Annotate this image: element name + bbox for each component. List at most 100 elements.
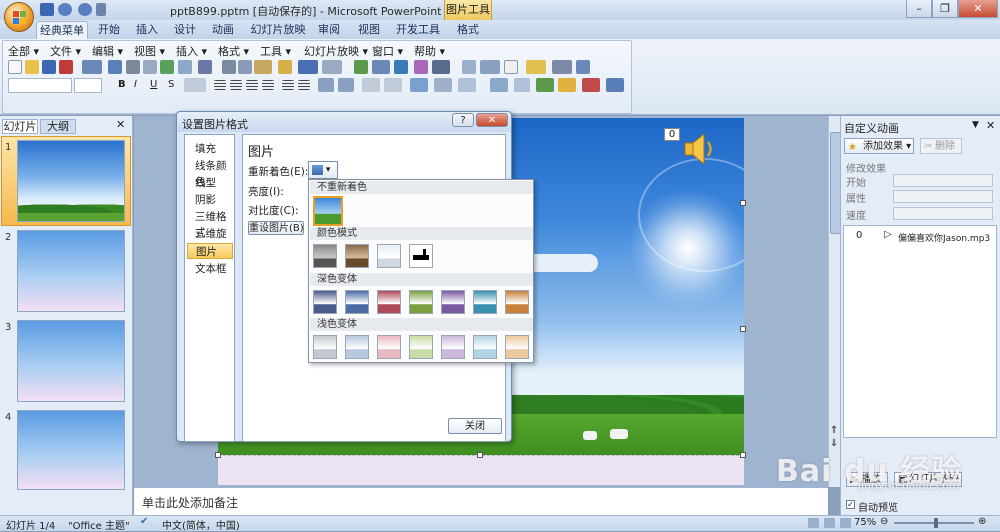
menu-insert[interactable]: 插入 ▾: [176, 43, 207, 59]
align-center-icon[interactable]: [230, 80, 242, 90]
dialog-close-button[interactable]: 关闭: [448, 418, 502, 434]
nav-3d-format[interactable]: 三维格式: [187, 209, 233, 239]
arrange-icon[interactable]: [514, 78, 530, 92]
columns-icon[interactable]: [458, 78, 476, 92]
shape-fill-icon[interactable]: [558, 78, 576, 92]
selection-handle[interactable]: [740, 200, 746, 206]
swatch-washout[interactable]: [377, 244, 401, 268]
bullets-icon[interactable]: [282, 80, 294, 90]
menu-file[interactable]: 文件 ▾: [50, 43, 81, 59]
office-button[interactable]: [4, 2, 34, 32]
new-slide-icon[interactable]: [462, 60, 476, 74]
textbox-icon[interactable]: [504, 60, 518, 74]
tab-insert[interactable]: 插入: [130, 21, 164, 39]
new-icon[interactable]: [8, 60, 22, 74]
tab-developer[interactable]: 开发工具: [392, 21, 444, 39]
tab-view[interactable]: 视图: [352, 21, 386, 39]
decrease-indent-icon[interactable]: [318, 78, 334, 92]
selection-handle[interactable]: [215, 452, 221, 458]
nav-fill[interactable]: 填充: [187, 141, 233, 157]
zoom-out-icon[interactable]: ⊖: [880, 516, 888, 527]
bold-icon[interactable]: B: [118, 78, 130, 92]
slide-thumbnail-4[interactable]: [17, 410, 125, 490]
tab-review[interactable]: 审阅: [312, 21, 346, 39]
restore-button[interactable]: ❐: [932, 0, 958, 18]
reorder-up-icon[interactable]: ⇑: [830, 425, 838, 436]
menu-slideshow[interactable]: 幻灯片放映 ▾: [304, 43, 368, 59]
quick-styles-icon[interactable]: [536, 78, 554, 92]
dark-variant-swatch[interactable]: [441, 290, 465, 314]
slide-sorter-icon[interactable]: [824, 518, 835, 528]
dialog-close-icon[interactable]: ✕: [476, 113, 508, 127]
spelling-icon[interactable]: [160, 60, 174, 74]
reset-picture-button[interactable]: 重设图片(B): [248, 221, 304, 235]
menu-window[interactable]: 窗口 ▾: [372, 43, 403, 59]
align-left-icon[interactable]: [214, 80, 226, 90]
recolor-dropdown-button[interactable]: ▾: [308, 161, 338, 179]
copy-icon[interactable]: [238, 60, 252, 74]
proofing-icon[interactable]: ✔: [140, 516, 148, 527]
align-right-icon[interactable]: [246, 80, 258, 90]
slide-thumbnail-1[interactable]: [17, 140, 125, 222]
underline-icon[interactable]: U: [150, 78, 162, 92]
tab-classic-menu[interactable]: 经典菜单: [36, 21, 88, 39]
font-grow-icon[interactable]: [362, 78, 380, 92]
slideshow-view-icon[interactable]: [840, 518, 851, 528]
nav-3d-rotation[interactable]: 三维旋转: [187, 226, 233, 256]
swatch-grayscale[interactable]: [313, 244, 337, 268]
menu-format[interactable]: 格式 ▾: [218, 43, 249, 59]
shadow-icon[interactable]: S: [168, 78, 180, 92]
start-combo[interactable]: [893, 174, 993, 187]
font-size-combo[interactable]: [74, 78, 102, 93]
find-icon[interactable]: [552, 60, 572, 74]
layout-icon[interactable]: [480, 60, 500, 74]
undo-icon[interactable]: [58, 3, 72, 16]
menu-help[interactable]: 帮助 ▾: [414, 43, 445, 59]
minimize-button[interactable]: –: [906, 0, 932, 18]
notes-pane[interactable]: 单击此处添加备注: [134, 487, 828, 515]
save-icon[interactable]: [40, 3, 54, 16]
format-painter-icon[interactable]: [278, 60, 292, 74]
redo-toolbar-icon[interactable]: [322, 60, 342, 74]
slide-thumbnail-2[interactable]: [17, 230, 125, 312]
light-variant-swatch[interactable]: [441, 335, 465, 359]
slide-thumbnail-3[interactable]: [17, 320, 125, 402]
nav-line-style[interactable]: 线型: [187, 175, 233, 191]
nav-picture[interactable]: 图片: [187, 243, 233, 259]
dark-variant-swatch[interactable]: [473, 290, 497, 314]
zoom-in-icon[interactable]: ⊕: [978, 516, 986, 527]
tab-outline[interactable]: 大纲: [40, 119, 76, 134]
menu-view[interactable]: 视图 ▾: [134, 43, 165, 59]
nav-shadow[interactable]: 阴影: [187, 192, 233, 208]
light-variant-swatch[interactable]: [409, 335, 433, 359]
normal-view-icon[interactable]: [808, 518, 819, 528]
add-effect-button[interactable]: ★ 添加效果 ▾: [844, 138, 914, 154]
animation-item[interactable]: 偏偏喜欢你Jason.mp3: [898, 231, 990, 244]
menu-edit[interactable]: 编辑 ▾: [92, 43, 123, 59]
close-task-pane-icon[interactable]: ✕: [986, 119, 995, 132]
grayscale-icon[interactable]: [432, 60, 450, 74]
email-icon[interactable]: [82, 60, 102, 74]
shapes-icon[interactable]: [526, 60, 546, 74]
increase-indent-icon[interactable]: [338, 78, 354, 92]
italic-icon[interactable]: I: [134, 78, 146, 92]
close-pane-icon[interactable]: ✕: [116, 118, 125, 131]
remove-effect-button[interactable]: ✂ 删除: [920, 138, 962, 154]
redo-icon[interactable]: [78, 3, 92, 16]
paste-icon[interactable]: [254, 60, 272, 74]
smartart-icon[interactable]: [490, 78, 508, 92]
swatch-sepia[interactable]: [345, 244, 369, 268]
dark-variant-swatch[interactable]: [313, 290, 337, 314]
zoom-slider[interactable]: [894, 518, 974, 528]
nav-text-box[interactable]: 文本框: [187, 261, 233, 277]
open-icon[interactable]: [25, 60, 39, 74]
light-variant-swatch[interactable]: [473, 335, 497, 359]
tab-home[interactable]: 开始: [92, 21, 126, 39]
pane-menu-icon[interactable]: ▼: [972, 120, 979, 130]
speaker-icon[interactable]: [682, 131, 716, 167]
selection-handle[interactable]: [477, 452, 483, 458]
swatch-no-recolor[interactable]: [313, 196, 343, 226]
quick-access-menu-icon[interactable]: [96, 3, 106, 16]
menu-tools[interactable]: 工具 ▾: [260, 43, 291, 59]
light-variant-swatch[interactable]: [345, 335, 369, 359]
